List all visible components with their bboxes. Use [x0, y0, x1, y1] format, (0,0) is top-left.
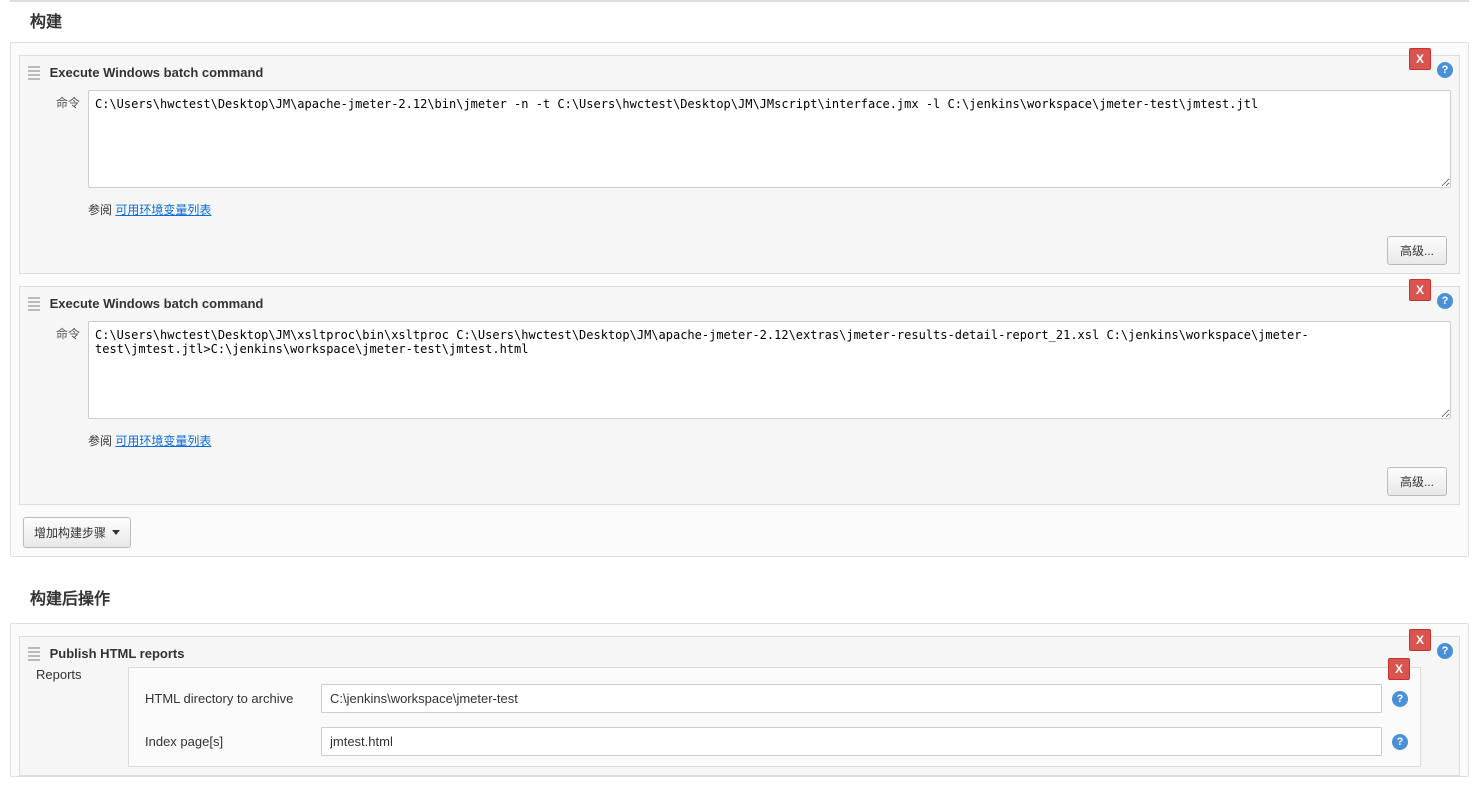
delete-step-button[interactable]: X — [1409, 629, 1431, 651]
publish-header: Publish HTML reports — [50, 646, 185, 661]
delete-step-button[interactable]: X — [1409, 279, 1431, 301]
delete-step-button[interactable]: X — [1409, 48, 1431, 70]
build-step: X ? Execute Windows batch command 命令 参阅 … — [19, 55, 1460, 274]
helper-text: 参阅 可用环境变量列表 — [88, 201, 1451, 218]
index-page-label: Index page[s] — [141, 734, 321, 749]
publish-html-step: X ? Publish HTML reports Reports X HTML … — [19, 636, 1460, 776]
drag-handle-icon[interactable] — [28, 647, 40, 661]
command-label: 命令 — [28, 321, 88, 342]
command-textarea[interactable] — [88, 90, 1451, 188]
step-header: Execute Windows batch command — [50, 65, 264, 80]
advanced-button[interactable]: 高级... — [1387, 236, 1447, 265]
command-textarea[interactable] — [88, 321, 1451, 419]
build-step: X ? Execute Windows batch command 命令 参阅 … — [19, 286, 1460, 505]
command-label: 命令 — [28, 90, 88, 111]
post-build-section-title: 构建后操作 — [30, 585, 1469, 609]
help-icon[interactable]: ? — [1437, 293, 1453, 309]
advanced-button[interactable]: 高级... — [1387, 467, 1447, 496]
reports-label: Reports — [28, 667, 128, 767]
step-header: Execute Windows batch command — [50, 296, 264, 311]
html-dir-input[interactable] — [321, 684, 1382, 713]
tab-strip — [10, 0, 1469, 2]
html-dir-label: HTML directory to archive — [141, 691, 321, 706]
env-vars-link[interactable]: 可用环境变量列表 — [115, 434, 211, 448]
post-build-container: X ? Publish HTML reports Reports X HTML … — [10, 623, 1469, 777]
add-step-label: 增加构建步骤 — [34, 524, 106, 541]
help-icon[interactable]: ? — [1437, 62, 1453, 78]
env-vars-link[interactable]: 可用环境变量列表 — [115, 203, 211, 217]
drag-handle-icon[interactable] — [28, 297, 40, 311]
index-page-input[interactable] — [321, 727, 1382, 756]
helper-text: 参阅 可用环境变量列表 — [88, 432, 1451, 449]
reports-panel: X HTML directory to archive ? Index page… — [128, 667, 1421, 767]
drag-handle-icon[interactable] — [28, 66, 40, 80]
help-icon[interactable]: ? — [1437, 643, 1453, 659]
delete-report-button[interactable]: X — [1388, 658, 1410, 680]
caret-down-icon — [112, 530, 120, 535]
help-icon[interactable]: ? — [1392, 734, 1408, 750]
build-section-title: 构建 — [10, 6, 1469, 42]
add-build-step-button[interactable]: 增加构建步骤 — [23, 517, 131, 548]
build-container: X ? Execute Windows batch command 命令 参阅 … — [10, 42, 1469, 557]
help-icon[interactable]: ? — [1392, 691, 1408, 707]
